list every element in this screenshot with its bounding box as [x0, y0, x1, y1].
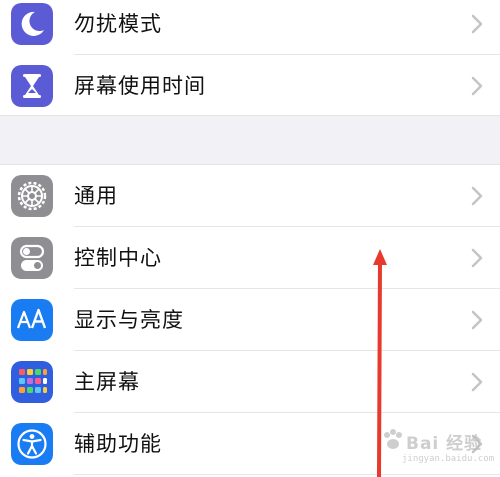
chevron-right-icon: [471, 310, 483, 330]
annotation-arrow-head: [373, 249, 387, 265]
chevron-right-icon: [471, 372, 483, 392]
settings-row-general[interactable]: 通用: [0, 165, 500, 227]
gear-icon: [11, 175, 53, 217]
accessibility-person-icon: [11, 423, 53, 465]
app-grid-icon: [11, 361, 53, 403]
settings-row-label: 通用: [74, 184, 118, 208]
group-spacer: [0, 115, 500, 165]
chevron-right-icon: [471, 76, 483, 96]
settings-row-display-brightness[interactable]: 显示与亮度: [0, 289, 500, 351]
chevron-right-icon: [471, 14, 483, 34]
settings-row-label: 显示与亮度: [74, 308, 184, 332]
toggle-switches-icon: [11, 237, 53, 279]
settings-row-home-screen[interactable]: 主屏幕: [0, 351, 500, 413]
settings-row-screen-time[interactable]: 屏幕使用时间: [0, 55, 500, 117]
settings-row-do-not-disturb[interactable]: 勿扰模式: [0, 0, 500, 55]
paw-logo-icon: [384, 429, 402, 449]
settings-row-label: 控制中心: [74, 246, 162, 270]
settings-row-control-center[interactable]: 控制中心: [0, 227, 500, 289]
watermark-url: jingyan.baidu.com: [402, 454, 495, 464]
settings-row-label: 主屏幕: [74, 370, 140, 394]
hourglass-icon: [11, 65, 53, 107]
baidu-watermark: Bai 经验 jingyan.baidu.com: [378, 425, 500, 473]
chevron-right-icon: [471, 186, 483, 206]
watermark-text: Bai 经验: [406, 434, 483, 454]
settings-group-focus: 勿扰模式 屏幕使用时间: [0, 0, 500, 115]
settings-row-label: 屏幕使用时间: [74, 74, 206, 98]
settings-row-label: 辅助功能: [74, 432, 162, 456]
settings-row-label: 勿扰模式: [74, 12, 162, 36]
text-size-aa-icon: [11, 299, 53, 341]
moon-icon: [11, 3, 53, 45]
row-separator: [74, 474, 500, 475]
chevron-right-icon: [471, 248, 483, 268]
